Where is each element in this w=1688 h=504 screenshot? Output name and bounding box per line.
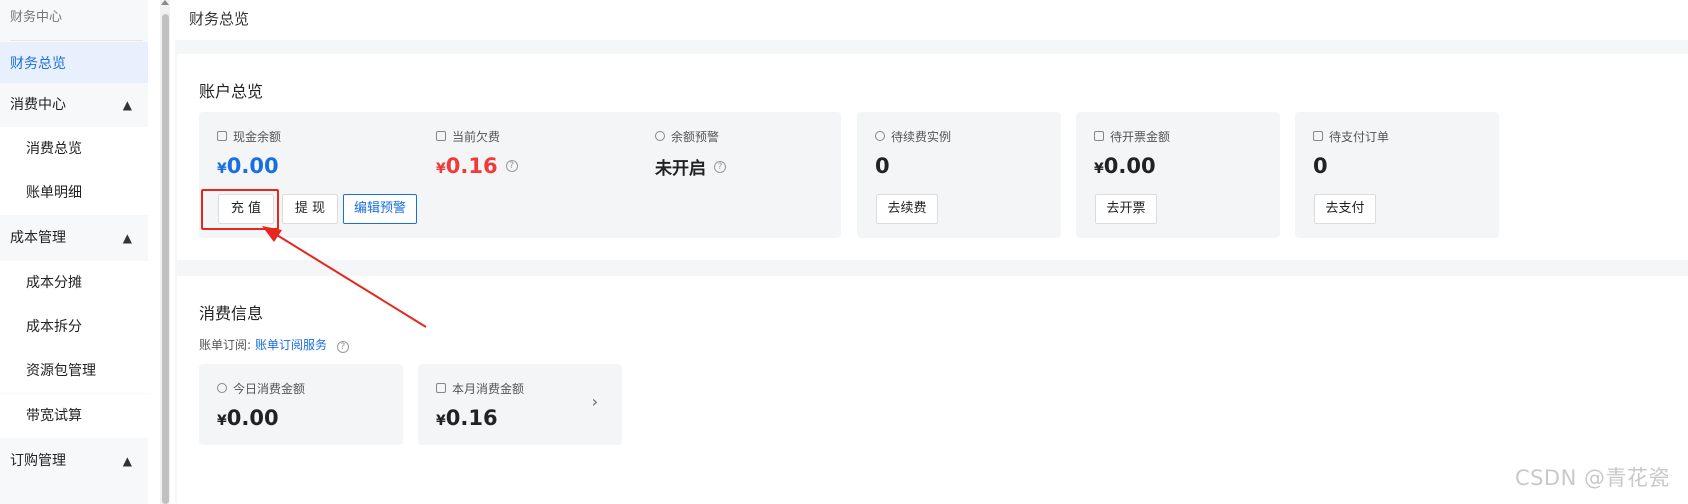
pending-invoice-label: 待开票金额 bbox=[1110, 129, 1171, 144]
scrollbar-thumb[interactable] bbox=[162, 14, 169, 504]
balance-alert-label: 余额预警 bbox=[671, 129, 720, 144]
order-icon bbox=[1313, 131, 1323, 141]
sidebar-item-finance-overview[interactable]: 财务总览 bbox=[0, 42, 148, 86]
sidebar-item-label: 消费总览 bbox=[26, 141, 82, 157]
currency-symbol: ¥ bbox=[436, 413, 446, 429]
month-consumption: 本月消费金额 ¥0.16 bbox=[436, 380, 524, 430]
edit-alert-button[interactable]: 编辑预警 bbox=[343, 194, 417, 224]
cash-balance-label: 现金余额 bbox=[233, 129, 282, 144]
page-title: 财务总览 bbox=[189, 10, 250, 28]
bill-subscription-label: 账单订阅: bbox=[199, 338, 252, 352]
renew-button[interactable]: 去续费 bbox=[876, 194, 938, 224]
month-consumption-label: 本月消费金额 bbox=[452, 381, 525, 396]
current-debt-label: 当前欠费 bbox=[452, 129, 501, 144]
watermark: CSDN @青花瓷 bbox=[1514, 466, 1670, 490]
help-icon[interactable]: ? bbox=[714, 160, 726, 173]
pending-invoice: 待开票金额 ¥0.00 bbox=[1094, 128, 1170, 178]
pending-orders: 待支付订单 0 bbox=[1313, 128, 1389, 178]
invoice-card: 待开票金额 ¥0.00 去开票 bbox=[1076, 112, 1280, 238]
chevron-up-icon: ▲ bbox=[122, 98, 132, 112]
wallet-icon bbox=[217, 131, 227, 141]
sidebar-item-label: 消费中心 bbox=[10, 97, 66, 113]
sidebar-item-label: 成本拆分 bbox=[26, 319, 82, 335]
invoice-button[interactable]: 去开票 bbox=[1095, 194, 1157, 224]
balance-alert-value: 未开启 bbox=[655, 159, 706, 179]
currency-symbol: ¥ bbox=[217, 161, 227, 177]
sidebar-item-label: 财务总览 bbox=[10, 56, 66, 72]
sidebar-item-consumption-overview[interactable]: 消费总览 bbox=[0, 127, 148, 171]
sidebar-item-label: 订购管理 bbox=[10, 453, 66, 469]
renew-icon bbox=[875, 131, 885, 141]
bill-subscription-link[interactable]: 账单订阅服务 bbox=[255, 338, 327, 352]
pending-renew-label: 待续费实例 bbox=[891, 129, 952, 144]
sidebar-item-bill-detail[interactable]: 账单明细 bbox=[0, 171, 148, 215]
sidebar-group-orders[interactable]: 订购管理 ▲ bbox=[0, 439, 148, 483]
pending-orders-label: 待支付订单 bbox=[1329, 129, 1390, 144]
sidebar-item-label: 账单明细 bbox=[26, 185, 82, 201]
bill-subscription: 账单订阅: 账单订阅服务 ? bbox=[199, 336, 349, 353]
pending-renew: 待续费实例 0 bbox=[875, 128, 951, 178]
renew-card: 待续费实例 0 去续费 bbox=[857, 112, 1061, 238]
sidebar-item-label: 带宽试算 bbox=[26, 408, 82, 424]
today-consumption: 今日消费金额 ¥0.00 bbox=[217, 380, 305, 430]
sidebar-item-label: 资源包管理 bbox=[26, 363, 96, 379]
sidebar-group-consumption[interactable]: 消费中心 ▲ bbox=[0, 83, 148, 127]
sidebar-item-cost-split[interactable]: 成本拆分 bbox=[0, 305, 148, 349]
today-consumption-card: 今日消费金额 ¥0.00 bbox=[199, 364, 403, 445]
chevron-up-icon: ▲ bbox=[122, 231, 132, 245]
invoice-icon bbox=[1094, 131, 1104, 141]
month-consumption-card[interactable]: 本月消费金额 ¥0.16 › bbox=[418, 364, 622, 445]
pay-button[interactable]: 去支付 bbox=[1314, 194, 1376, 224]
balance-card: 现金余额 ¥0.00 当前欠费 ¥0.16? 余额预警 未开启? 充 值 提 现… bbox=[199, 112, 841, 238]
cash-balance: 现金余额 ¥0.00 bbox=[217, 128, 281, 178]
balance-alert: 余额预警 未开启? bbox=[655, 128, 726, 179]
sidebar-scrollbar[interactable] bbox=[160, 0, 170, 504]
currency-symbol: ¥ bbox=[436, 161, 446, 177]
sidebar-header: 财务中心 bbox=[10, 8, 143, 41]
help-icon[interactable]: ? bbox=[505, 160, 518, 172]
top-bar: 财务总览 bbox=[175, 0, 1688, 40]
scroll-up-icon[interactable] bbox=[161, 0, 169, 5]
help-icon[interactable]: ? bbox=[336, 341, 349, 353]
annotation-highlight-box bbox=[201, 189, 279, 230]
chevron-right-icon[interactable]: › bbox=[592, 392, 598, 411]
month-consumption-value: 0.16 bbox=[445, 406, 498, 430]
orders-card: 待支付订单 0 去支付 bbox=[1295, 112, 1499, 238]
sidebar-item-cost-allocation[interactable]: 成本分摊 bbox=[0, 261, 148, 305]
currency-symbol: ¥ bbox=[217, 413, 227, 429]
pending-renew-value: 0 bbox=[875, 154, 890, 178]
pending-invoice-value: 0.00 bbox=[1103, 154, 1156, 178]
bill-icon bbox=[436, 131, 446, 141]
main-content: 财务总览 账户总览 现金余额 ¥0.00 当前欠费 ¥0.16? 余额预警 未开… bbox=[175, 0, 1688, 504]
currency-symbol: ¥ bbox=[1094, 161, 1104, 177]
current-debt-value: 0.16 bbox=[445, 154, 498, 178]
sidebar-group-cost[interactable]: 成本管理 ▲ bbox=[0, 216, 148, 260]
bell-icon bbox=[655, 131, 665, 141]
current-debt: 当前欠费 ¥0.16? bbox=[436, 128, 518, 178]
account-overview-title: 账户总览 bbox=[199, 82, 264, 101]
sidebar-item-label: 成本管理 bbox=[10, 230, 66, 246]
clock-icon bbox=[217, 383, 227, 393]
sidebar: 财务中心 财务总览 消费中心 ▲ 消费总览 账单明细 成本管理 ▲ 成本分摊 成… bbox=[0, 0, 148, 504]
cash-balance-value: 0.00 bbox=[226, 154, 279, 178]
account-overview-panel: 账户总览 现金余额 ¥0.00 当前欠费 ¥0.16? 余额预警 未开启? 充 … bbox=[177, 54, 1688, 260]
consumption-panel: 消费信息 账单订阅: 账单订阅服务 ? 今日消费金额 ¥0.00 本月消费金额 ¥… bbox=[177, 276, 1688, 504]
sidebar-item-resource-package[interactable]: 资源包管理 bbox=[0, 349, 148, 393]
today-consumption-value: 0.00 bbox=[226, 406, 279, 430]
calendar-icon bbox=[436, 383, 446, 393]
sidebar-item-label: 成本分摊 bbox=[26, 275, 82, 291]
chevron-up-icon: ▲ bbox=[122, 454, 132, 468]
consumption-title: 消费信息 bbox=[199, 304, 264, 323]
sidebar-item-bandwidth-calc[interactable]: 带宽试算 bbox=[0, 394, 148, 438]
withdraw-button[interactable]: 提 现 bbox=[282, 194, 338, 224]
pending-orders-value: 0 bbox=[1313, 154, 1328, 178]
today-consumption-label: 今日消费金额 bbox=[233, 381, 306, 396]
